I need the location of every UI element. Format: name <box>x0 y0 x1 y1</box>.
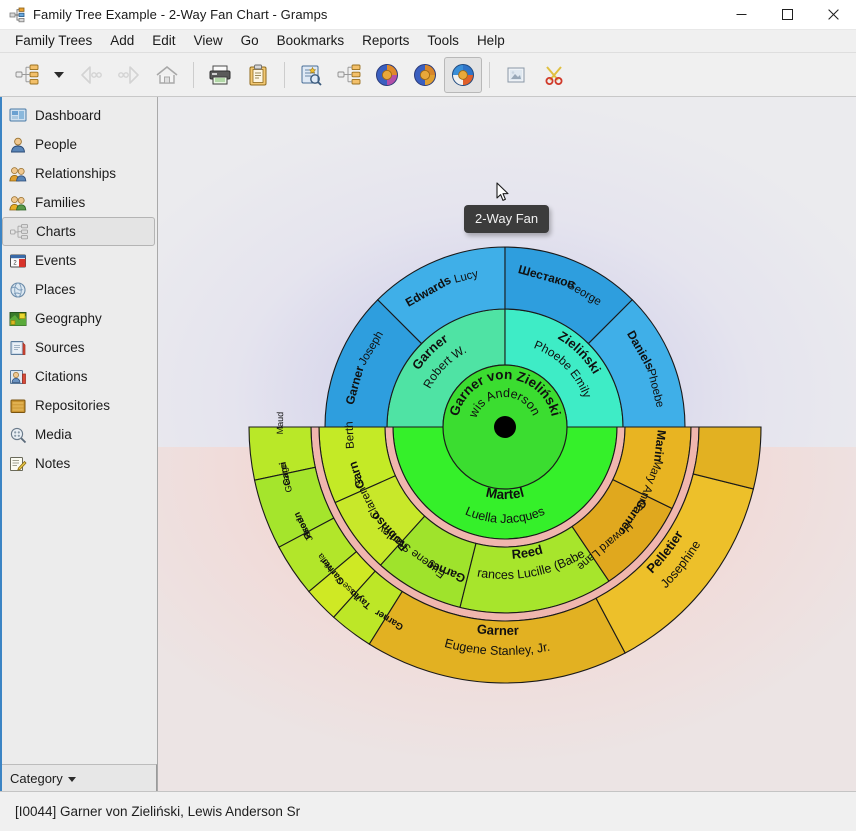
sidebar-label: Sources <box>35 340 85 355</box>
sidebar-item-repositories[interactable]: Repositories <box>0 391 157 420</box>
menu-family-trees[interactable]: Family Trees <box>6 30 101 52</box>
status-text: [I0044] Garner von Zieliński, Lewis Ande… <box>15 804 300 819</box>
toolbar-separator-2 <box>284 62 285 88</box>
chevron-down-icon <box>68 777 76 782</box>
toolbar-pedigree-button[interactable] <box>330 57 368 93</box>
status-bar: [I0044] Garner von Zieliński, Lewis Ande… <box>0 791 856 831</box>
close-button[interactable] <box>810 0 856 30</box>
sidebar-item-people[interactable]: People <box>0 130 157 159</box>
tooltip-text: 2-Way Fan <box>475 211 538 226</box>
sidebar-label: Dashboard <box>35 108 101 123</box>
toolbar-tooltip: 2-Way Fan <box>464 205 549 233</box>
toolbar-two-way-fan-button[interactable] <box>444 57 482 93</box>
mouse-cursor <box>496 182 510 202</box>
sidebar-label: People <box>35 137 77 152</box>
dashboard-icon <box>9 107 27 125</box>
toolbar-home-button[interactable] <box>148 57 186 93</box>
toolbar-cut-button[interactable] <box>535 57 573 93</box>
sidebar-label: Places <box>35 282 76 297</box>
menu-help[interactable]: Help <box>468 30 514 52</box>
sources-icon <box>9 339 27 357</box>
sidebar-label: Citations <box>35 369 88 384</box>
toolbar-report-button[interactable] <box>292 57 330 93</box>
menu-bookmarks[interactable]: Bookmarks <box>268 30 354 52</box>
descendant-surname: Garner <box>476 621 519 638</box>
menu-reports[interactable]: Reports <box>353 30 418 52</box>
toolbar-back-button[interactable] <box>72 57 110 93</box>
sidebar-label: Geography <box>35 311 102 326</box>
center-spouse-surname: Martel <box>485 485 526 502</box>
maximize-button[interactable] <box>764 0 810 30</box>
center-hub[interactable] <box>494 416 516 438</box>
sidebar-label: Families <box>35 195 85 210</box>
toolbar-clipboard-button[interactable] <box>239 57 277 93</box>
places-icon <box>9 281 27 299</box>
relationships-icon <box>9 165 27 183</box>
sidebar: Dashboard People <box>0 97 158 791</box>
events-icon: 2 <box>9 252 27 270</box>
sidebar-item-dashboard[interactable]: Dashboard <box>0 101 157 130</box>
geography-icon <box>9 310 27 328</box>
chevron-down-icon <box>54 72 64 78</box>
menu-go[interactable]: Go <box>232 30 268 52</box>
toolbar-separator-3 <box>489 62 490 88</box>
fan-wedges <box>249 247 761 683</box>
toolbar <box>0 53 856 97</box>
minimize-button[interactable] <box>718 0 764 30</box>
charts-icon <box>10 223 28 241</box>
sidebar-label: Media <box>35 427 72 442</box>
gramps-tree-icon <box>9 7 25 23</box>
sidebar-item-families[interactable]: Families <box>0 188 157 217</box>
window-buttons <box>718 0 856 30</box>
families-icon <box>9 194 27 212</box>
descendant-given: Maud <box>275 412 285 435</box>
toolbar-forward-button[interactable] <box>110 57 148 93</box>
sidebar-item-notes[interactable]: Notes <box>0 449 157 478</box>
menu-edit[interactable]: Edit <box>143 30 184 52</box>
sidebar-label: Notes <box>35 456 70 471</box>
category-selector[interactable]: Category <box>0 764 157 791</box>
fan-chart-canvas[interactable]: GarnerRobert W.ZielińskiPhoebe EmilyGarn… <box>158 97 856 791</box>
toolbar-media-button[interactable] <box>497 57 535 93</box>
toolbar-family-tree-button[interactable] <box>8 57 46 93</box>
sidebar-label: Events <box>35 253 76 268</box>
citations-icon <box>9 368 27 386</box>
sidebar-item-events[interactable]: 2 Events <box>0 246 157 275</box>
repositories-icon <box>9 397 27 415</box>
main-body: Dashboard People <box>0 97 856 791</box>
title-bar: Family Tree Example - 2-Way Fan Chart - … <box>0 0 856 30</box>
people-icon <box>9 136 27 154</box>
sidebar-item-citations[interactable]: Citations <box>0 362 157 391</box>
window-title: Family Tree Example - 2-Way Fan Chart - … <box>33 7 328 22</box>
menu-view[interactable]: View <box>185 30 232 52</box>
sidebar-item-charts[interactable]: Charts <box>2 217 155 246</box>
sidebar-label: Charts <box>36 224 76 239</box>
menu-add[interactable]: Add <box>101 30 143 52</box>
sidebar-item-media[interactable]: Media <box>0 420 157 449</box>
descendant-given: Berth <box>344 421 357 449</box>
toolbar-separator-1 <box>193 62 194 88</box>
media-icon <box>9 426 27 444</box>
sidebar-item-places[interactable]: Places <box>0 275 157 304</box>
toolbar-dropdown-button[interactable] <box>46 57 72 93</box>
toolbar-fan-chart-button[interactable] <box>368 57 406 93</box>
sidebar-item-sources[interactable]: Sources <box>0 333 157 362</box>
category-label: Category <box>10 771 63 786</box>
menu-bar: Family Trees Add Edit View Go Bookmarks … <box>0 30 856 53</box>
gramps-window: Family Tree Example - 2-Way Fan Chart - … <box>0 0 856 831</box>
sidebar-nav-list: Dashboard People <box>0 97 157 764</box>
notes-icon <box>9 455 27 473</box>
sidebar-item-geography[interactable]: Geography <box>0 304 157 333</box>
toolbar-descendant-fan-button[interactable] <box>406 57 444 93</box>
menu-tools[interactable]: Tools <box>418 30 468 52</box>
sidebar-label: Relationships <box>35 166 116 181</box>
toolbar-print-button[interactable] <box>201 57 239 93</box>
sidebar-item-relationships[interactable]: Relationships <box>0 159 157 188</box>
sidebar-label: Repositories <box>35 398 110 413</box>
